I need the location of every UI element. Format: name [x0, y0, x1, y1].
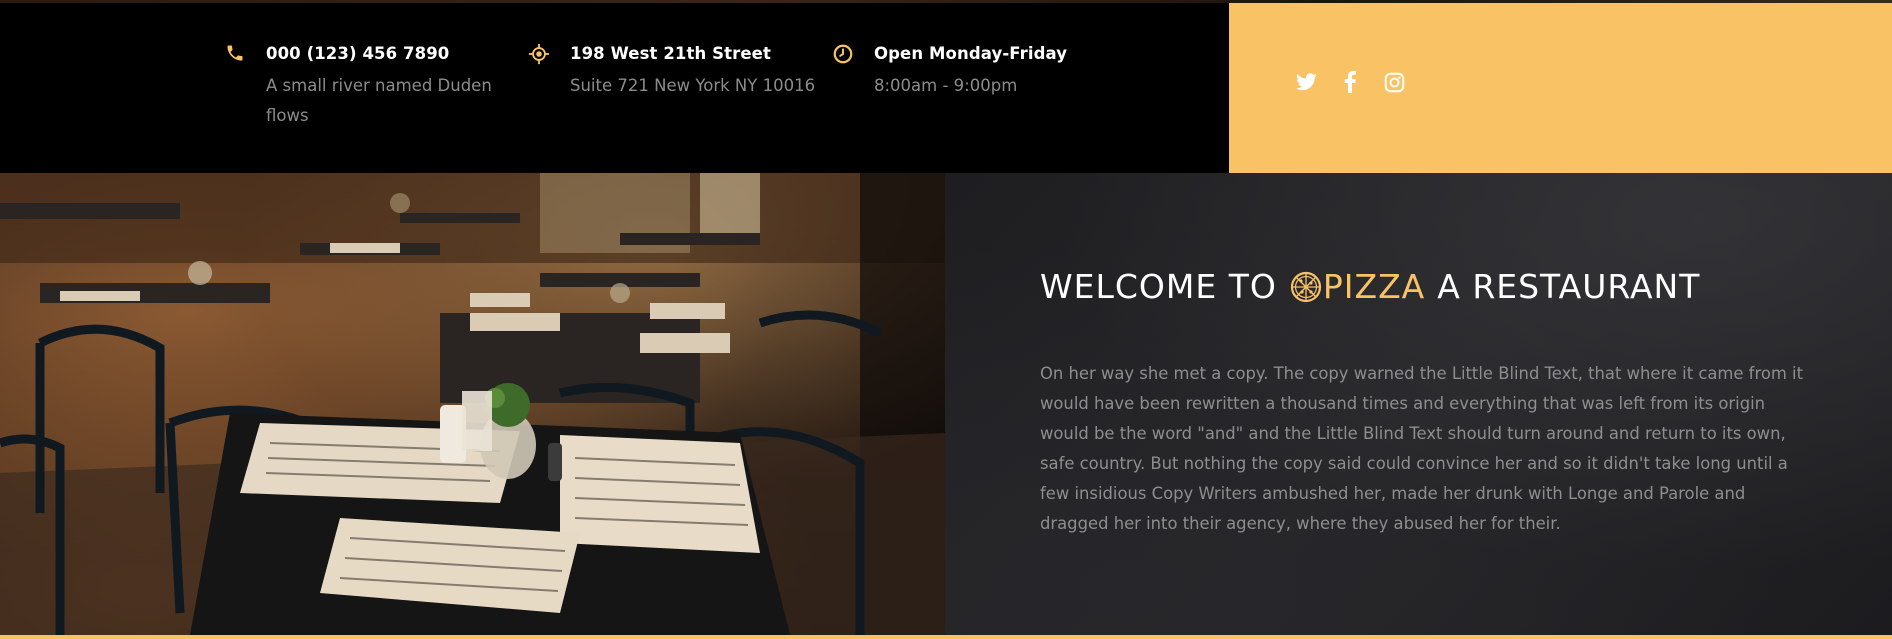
social-panel — [1229, 3, 1892, 173]
phone-icon — [221, 43, 249, 71]
about-paragraph: On her way she met a copy. The copy warn… — [1040, 364, 1804, 534]
phone-number[interactable]: 000 (123) 456 7890 — [266, 41, 526, 67]
social-links — [1295, 71, 1405, 93]
contact-phone: 000 (123) 456 7890 A small river named D… — [221, 41, 526, 131]
accent-bottom-border — [0, 635, 1892, 639]
about-content: WELCOME TO PIZZA A RESTAURANT On her way… — [945, 173, 1892, 635]
hours-title: Open Monday-Friday — [874, 44, 1068, 63]
contact-hours: Open Monday-Friday 8:00am - 9:00pm — [829, 41, 1067, 101]
address-line-1: 198 West 21th Street — [570, 44, 771, 63]
location-icon — [525, 43, 553, 71]
contact-address: 198 West 21th Street Suite 721 New York … — [525, 41, 815, 101]
address-line-2: Suite 721 New York NY 10016 — [570, 76, 816, 95]
brand-name: PIZZA — [1322, 267, 1426, 306]
pizza-icon — [1289, 270, 1323, 304]
phone-description: A small river named Duden flows — [266, 76, 492, 125]
hours-time: 8:00am - 9:00pm — [874, 76, 1018, 95]
contact-info-bar: 000 (123) 456 7890 A small river named D… — [0, 3, 1892, 173]
welcome-heading: WELCOME TO PIZZA A RESTAURANT — [1040, 267, 1700, 306]
heading-prefix: WELCOME TO — [1040, 267, 1277, 306]
clock-icon — [829, 43, 857, 71]
heading-suffix: A RESTAURANT — [1437, 267, 1701, 306]
brand-logo: PIZZA — [1289, 267, 1425, 306]
about-section: WELCOME TO PIZZA A RESTAURANT On her way… — [0, 173, 1892, 635]
instagram-icon[interactable] — [1383, 71, 1405, 93]
twitter-icon[interactable] — [1295, 71, 1317, 93]
restaurant-photo — [0, 173, 945, 635]
contact-info-panel: 000 (123) 456 7890 A small river named D… — [0, 3, 1229, 173]
facebook-icon[interactable] — [1339, 71, 1361, 93]
